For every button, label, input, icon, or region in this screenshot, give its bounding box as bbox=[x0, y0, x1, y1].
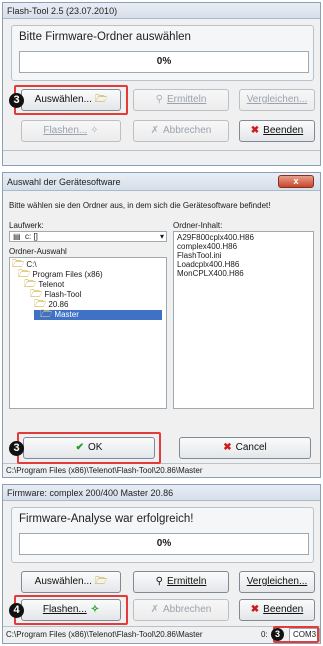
drive-value: c: [] bbox=[25, 232, 38, 241]
file-item[interactable]: Loadcplx400.H86 bbox=[177, 260, 310, 269]
vergleichen-button[interactable]: Vergleichen... bbox=[239, 571, 315, 593]
step-badge-com: 3 bbox=[271, 628, 284, 641]
close-x-icon: ✖ bbox=[250, 125, 260, 136]
vergleichen-button[interactable]: Vergleichen... bbox=[239, 89, 315, 111]
flashen-button[interactable]: Flashen... ✧ bbox=[21, 120, 121, 142]
folder-tree[interactable]: 🗁 C:\ 🗁 Program Files (x86) 🗁 Telenot 🗁 Flas… bbox=[9, 257, 167, 409]
folder-open-icon: 🗁 bbox=[40, 309, 53, 320]
beenden-label: Beenden bbox=[263, 604, 304, 615]
cancel-label: Cancel bbox=[235, 442, 267, 453]
lightbulb-icon: ⚲ bbox=[155, 94, 163, 105]
cancel-x-icon: ✖ bbox=[223, 442, 232, 453]
drive-label: Laufwerk: bbox=[9, 221, 44, 230]
flashen-button[interactable]: Flashen... ✧ bbox=[21, 599, 121, 621]
abbrechen-button[interactable]: ✗ Abbrechen bbox=[133, 120, 229, 142]
beenden-button[interactable]: ✖ Beenden bbox=[239, 120, 315, 142]
progress-bar: 0% bbox=[19, 51, 309, 73]
instruction-text: Bitte wählen sie den Ordner aus, in dem … bbox=[9, 201, 271, 210]
flash-tool-window-1: Flash-Tool 2.5 (23.07.2010) Bitte Firmwa… bbox=[2, 2, 321, 166]
window-title: Firmware: complex 200/400 Master 20.86 bbox=[3, 485, 320, 501]
ermitteln-label: Ermitteln bbox=[166, 576, 207, 587]
abbrechen-label: Abbrechen bbox=[163, 125, 212, 136]
ok-button[interactable]: ✔ OK bbox=[23, 437, 155, 459]
status-path: C:\Program Files (x86)\Telenot\Flash-Too… bbox=[6, 466, 203, 475]
beenden-button[interactable]: ✖ Beenden bbox=[239, 599, 315, 621]
ok-label: OK bbox=[87, 442, 103, 453]
abbrechen-label: Abbrechen bbox=[163, 604, 212, 615]
auswaehlen-button[interactable]: Auswählen... 🗁 bbox=[21, 89, 121, 111]
beenden-label: Beenden bbox=[263, 125, 304, 136]
status-heading: Firmware-Analyse war erfolgreich! bbox=[19, 513, 194, 525]
file-item[interactable]: FlashTool.ini bbox=[177, 251, 310, 260]
file-item[interactable]: A29F800cplx400.H86 bbox=[177, 233, 310, 242]
folder-content-label: Ordner-Inhalt: bbox=[173, 221, 223, 230]
tree-item-label: C:\ bbox=[26, 260, 37, 269]
auswaehlen-button[interactable]: Auswählen... 🗁 bbox=[21, 571, 121, 593]
cancel-icon: ✗ bbox=[150, 125, 159, 136]
close-button[interactable]: x bbox=[278, 175, 314, 188]
step-badge: 3 bbox=[9, 441, 24, 456]
abbrechen-button[interactable]: ✗ Abbrechen bbox=[133, 599, 229, 621]
checkmark-icon: ✔ bbox=[75, 442, 84, 453]
folder-select-dialog: Auswahl der Gerätesoftware x Bitte wähle… bbox=[2, 172, 321, 478]
vergleichen-label: Vergleichen... bbox=[246, 576, 308, 587]
folder-icon: 🗁 bbox=[94, 576, 108, 587]
flashen-label: Flashen... bbox=[43, 125, 88, 136]
drive-icon: ▤ bbox=[13, 232, 21, 241]
status-heading: Bitte Firmware-Ordner auswählen bbox=[19, 31, 191, 43]
auswaehlen-label: Auswählen... bbox=[34, 576, 92, 587]
tree-item-label: Master bbox=[54, 310, 79, 319]
status-bar bbox=[3, 150, 320, 165]
status-port-prefix: 0: bbox=[261, 630, 268, 639]
folder-icon: 🗁 bbox=[94, 94, 108, 105]
vergleichen-label: Vergleichen... bbox=[246, 94, 308, 105]
close-x-icon: ✖ bbox=[250, 604, 260, 615]
runner-icon: ✧ bbox=[90, 125, 99, 136]
step-badge-flash: 4 bbox=[9, 603, 24, 618]
ermitteln-button[interactable]: ⚲ Ermitteln bbox=[133, 89, 229, 111]
tree-item-label: Flash-Tool bbox=[44, 290, 82, 299]
flashen-label: Flashen... bbox=[42, 604, 87, 615]
cancel-icon: ✗ bbox=[150, 604, 159, 615]
flash-tool-window-2: Firmware: complex 200/400 Master 20.86 F… bbox=[2, 484, 321, 644]
status-bar: C:\Program Files (x86)\Telenot\Flash-Too… bbox=[3, 463, 320, 477]
tree-item-selected[interactable]: 🗁 Master bbox=[34, 310, 162, 320]
tree-item-label: 20.86 bbox=[48, 300, 69, 309]
file-item[interactable]: MonCPLX400.H86 bbox=[177, 269, 310, 278]
auswaehlen-label: Auswählen... bbox=[34, 94, 92, 105]
progress-bar: 0% bbox=[19, 533, 309, 555]
com-port[interactable]: COM3 bbox=[289, 628, 320, 642]
file-item[interactable]: complex400.H86 bbox=[177, 242, 310, 251]
window-title: Flash-Tool 2.5 (23.07.2010) bbox=[3, 3, 320, 19]
runner-icon: ✧ bbox=[90, 604, 100, 615]
tree-item-label: Telenot bbox=[38, 280, 65, 289]
status-path: C:\Program Files (x86)\Telenot\Flash-Too… bbox=[6, 630, 203, 639]
step-badge: 3 bbox=[9, 93, 24, 108]
window-title: Auswahl der Gerätesoftware bbox=[3, 173, 320, 191]
cancel-button[interactable]: ✖ Cancel bbox=[179, 437, 311, 459]
ermitteln-label: Ermitteln bbox=[166, 94, 207, 105]
tree-item-label: Program Files (x86) bbox=[32, 270, 103, 279]
lightbulb-icon: ⚲ bbox=[155, 576, 163, 587]
folder-content-list[interactable]: A29F800cplx400.H86 complex400.H86 FlashT… bbox=[173, 231, 314, 409]
chevron-down-icon: ▾ bbox=[159, 232, 164, 241]
folder-tree-label: Ordner-Auswahl bbox=[9, 247, 67, 256]
drive-select[interactable]: ▤ c: [] ▾ bbox=[9, 231, 167, 242]
ermitteln-button[interactable]: ⚲ Ermitteln bbox=[133, 571, 229, 593]
